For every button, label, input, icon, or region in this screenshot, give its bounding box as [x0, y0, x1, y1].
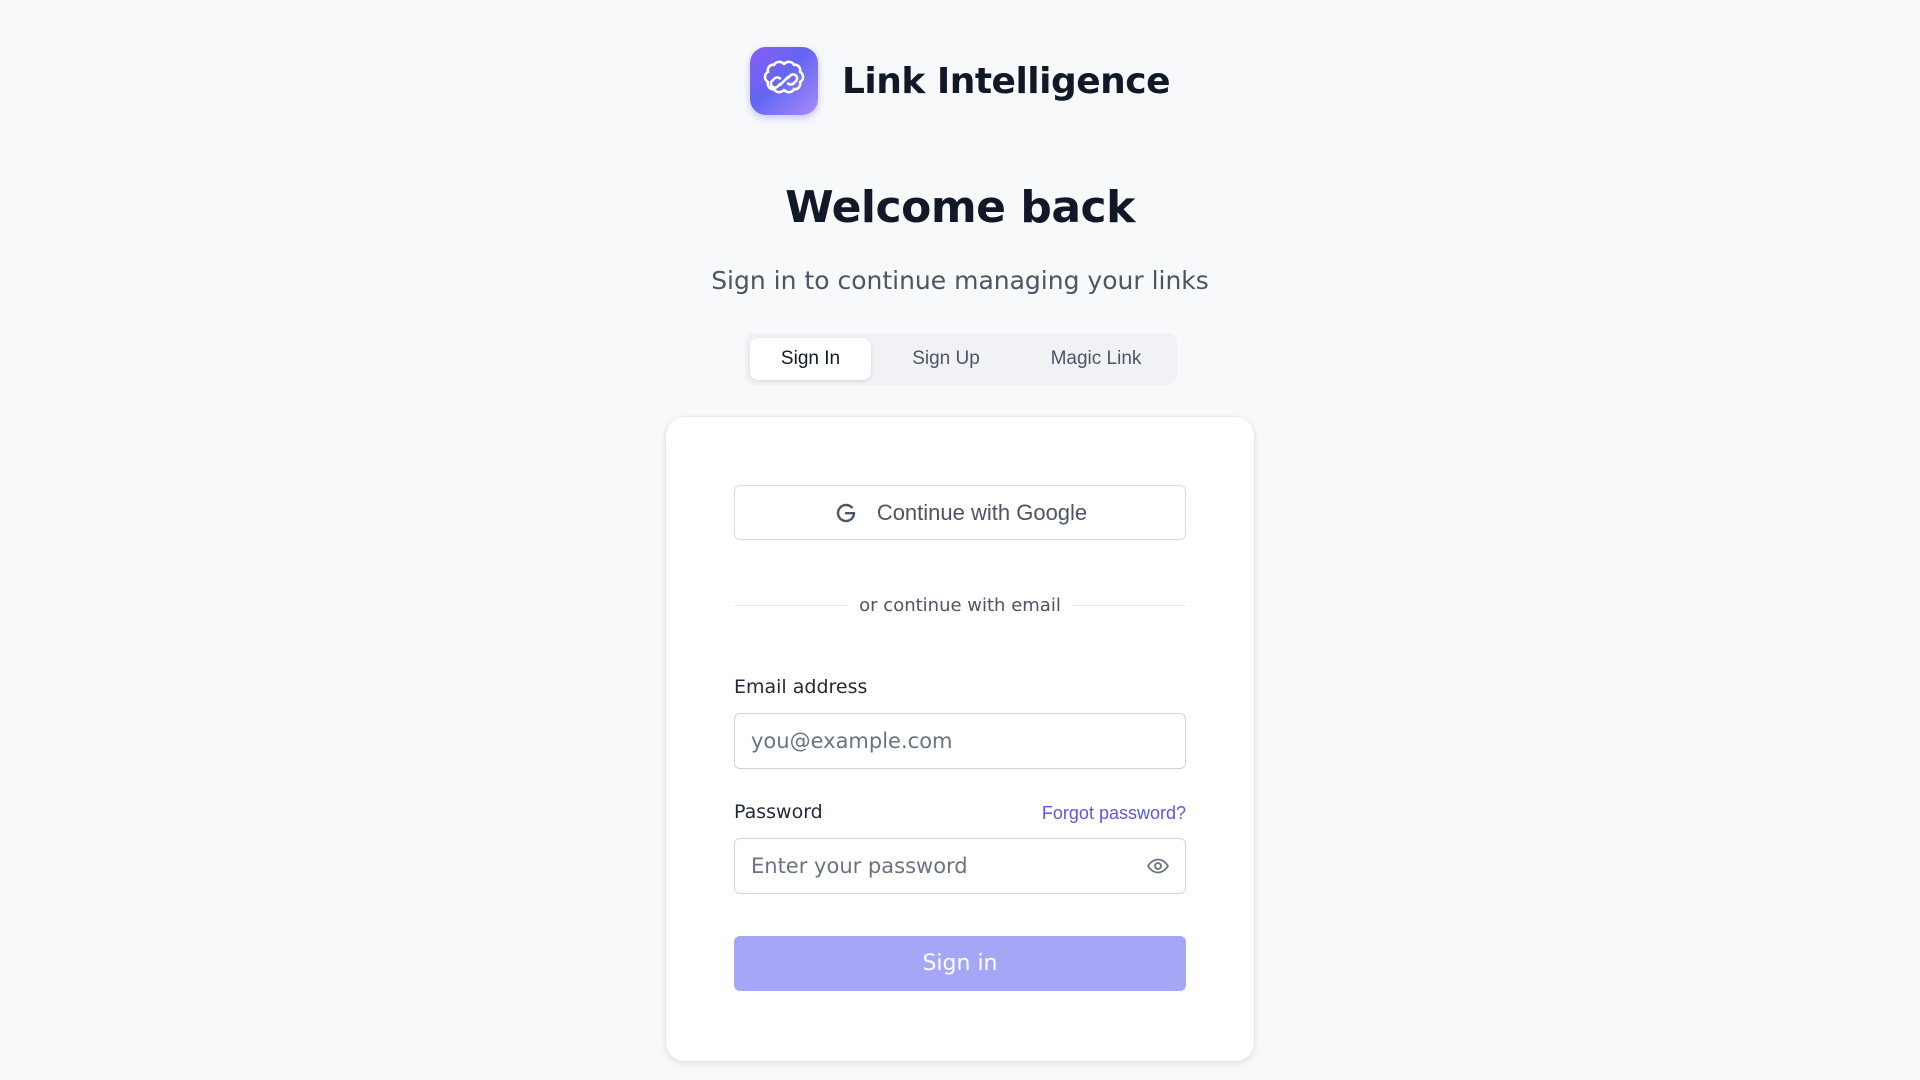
google-button-label: Continue with Google: [876, 499, 1088, 525]
password-input[interactable]: [735, 839, 1145, 893]
google-g-icon: [833, 500, 859, 526]
sign-in-button[interactable]: Sign in: [734, 936, 1186, 991]
continue-with-google-button[interactable]: Continue with Google: [734, 485, 1186, 540]
auth-tabs: Sign In Sign Up Magic Link: [745, 333, 1177, 385]
brand-header: Link Intelligence: [0, 46, 1920, 116]
brand-name: Link Intelligence: [841, 60, 1171, 102]
password-label: Password: [734, 801, 823, 823]
sign-in-card: Continue with Google or continue with em…: [666, 417, 1254, 1061]
tab-magic-link[interactable]: Magic Link: [1021, 338, 1171, 380]
divider-line-right: [1072, 605, 1186, 606]
divider-line-left: [734, 605, 848, 606]
page-title: Welcome back: [785, 182, 1135, 233]
forgot-password-link[interactable]: Forgot password?: [1042, 803, 1186, 824]
email-label: Email address: [734, 676, 868, 698]
email-field-wrapper: [734, 713, 1186, 769]
tab-sign-up[interactable]: Sign Up: [871, 338, 1021, 380]
email-input[interactable]: [735, 714, 1185, 768]
eye-icon[interactable]: [1145, 853, 1171, 879]
brain-link-icon: [749, 47, 818, 115]
divider: or continue with email: [734, 595, 1186, 616]
divider-text: or continue with email: [859, 595, 1061, 616]
page-subtitle: Sign in to continue managing your links: [711, 266, 1209, 295]
auth-page: Link Intelligence Welcome back Sign in t…: [0, 0, 1920, 1080]
password-field-wrapper: [734, 838, 1186, 894]
tab-sign-in[interactable]: Sign In: [750, 338, 871, 380]
